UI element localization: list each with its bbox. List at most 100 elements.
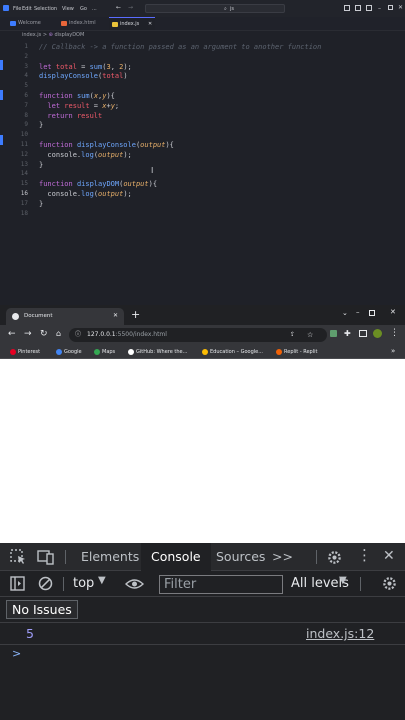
breadcrumb-symbol[interactable]: displayDOM: [54, 32, 84, 38]
puzzle-icon[interactable]: ✚: [344, 329, 351, 338]
tab-index-js[interactable]: index.js ✕: [109, 17, 155, 30]
sidebar-toggle-icon[interactable]: [10, 576, 25, 591]
bookmark-label: Google: [64, 349, 82, 355]
clear-console-icon[interactable]: [38, 576, 53, 591]
reload-icon[interactable]: ↻: [40, 329, 48, 339]
code-line[interactable]: 15 function displayDOM(output){: [18, 179, 388, 189]
layout-icon-3[interactable]: [366, 5, 372, 11]
layout-icon[interactable]: [344, 5, 350, 11]
forward-arrow-icon[interactable]: →: [24, 329, 32, 339]
caret-down-icon[interactable]: ▼: [98, 575, 106, 586]
console-settings-gear-icon[interactable]: [382, 576, 397, 591]
code-line[interactable]: 2: [18, 52, 388, 62]
tab-index-html[interactable]: index.html: [58, 17, 108, 30]
layout-icon-2[interactable]: [355, 5, 361, 11]
code-line[interactable]: 3 let total = sum(3, 2);: [18, 62, 388, 72]
code-token: displayDOM: [76, 180, 120, 189]
code-line[interactable]: 1 // Callback -> a function passed as an …: [18, 42, 388, 52]
menu-view[interactable]: View: [62, 6, 74, 12]
more-tabs-button[interactable]: >>: [272, 543, 293, 571]
tab-sources[interactable]: Sources: [216, 543, 265, 571]
line-number: 14: [20, 170, 28, 178]
line-text: }: [39, 160, 43, 170]
breadcrumb-file[interactable]: index.js: [22, 32, 41, 38]
code-token: total: [55, 62, 77, 71]
url-path: :5500/index.html: [115, 331, 167, 338]
filter-input[interactable]: Filter: [159, 575, 283, 594]
maximize-icon[interactable]: [388, 5, 393, 10]
eye-icon[interactable]: [125, 578, 144, 590]
code-line[interactable]: 7 let result = x+y;: [18, 101, 388, 111]
code-line[interactable]: 10: [18, 130, 388, 140]
bookmark-education[interactable]: Education – Google...: [202, 345, 263, 359]
code-line[interactable]: 5: [18, 81, 388, 91]
code-token: }: [39, 160, 44, 169]
new-tab-button[interactable]: +: [131, 308, 140, 321]
back-arrow-icon[interactable]: ←: [8, 329, 16, 339]
code-line[interactable]: 16 console.log(output);: [18, 189, 388, 199]
code-line[interactable]: 11 function displayConsole(output){: [18, 140, 388, 150]
tab-search-icon[interactable]: ⌄: [342, 309, 348, 317]
page-content: [0, 359, 405, 543]
menu-selection[interactable]: Selection: [34, 6, 57, 12]
share-icon[interactable]: ⇪: [290, 328, 295, 342]
address-bar[interactable]: ⓘ 127.0.0.1:5500/index.html ⇪ ☆: [69, 328, 327, 342]
tab-elements[interactable]: Elements: [81, 543, 139, 571]
code-line[interactable]: 18: [18, 209, 388, 219]
menu-edit[interactable]: Edit: [22, 6, 32, 12]
tab-console[interactable]: Console: [141, 543, 211, 571]
close-tab-icon[interactable]: ✕: [148, 18, 152, 31]
profile-icon[interactable]: [373, 329, 382, 338]
log-source-link[interactable]: index.js:12: [306, 626, 374, 641]
issues-button[interactable]: No Issues: [6, 600, 78, 619]
console-toolbar: top ▼ Filter All levels ▼: [0, 571, 405, 597]
caret-down-icon[interactable]: ▼: [339, 575, 347, 586]
context-selector[interactable]: top: [73, 576, 94, 591]
code-line[interactable]: 12 console.log(output);: [18, 150, 388, 160]
settings-gear-icon[interactable]: [327, 550, 342, 565]
sidebar-icon[interactable]: [359, 330, 367, 337]
minimize-icon[interactable]: –: [356, 308, 360, 316]
close-devtools-icon[interactable]: ✕: [383, 548, 395, 564]
bookmark-pinterest[interactable]: Pinterest: [10, 345, 40, 359]
star-icon[interactable]: ☆: [307, 328, 313, 342]
menu-more[interactable]: ...: [92, 6, 97, 12]
command-search[interactable]: ⌕ js: [145, 4, 285, 13]
minimize-icon[interactable]: –: [378, 5, 381, 12]
code-line[interactable]: 17}: [18, 199, 388, 209]
code-line[interactable]: 6 function sum(x,y){: [18, 91, 388, 101]
extension-icon[interactable]: [330, 330, 337, 337]
close-tab-icon[interactable]: ✕: [113, 312, 118, 319]
bookmark-google[interactable]: Google: [56, 345, 82, 359]
kebab-menu-icon[interactable]: ⋮: [357, 546, 372, 564]
browser-tab-document[interactable]: Document ✕: [6, 308, 124, 325]
code-line[interactable]: 14: [18, 169, 388, 179]
device-toolbar-icon[interactable]: [37, 549, 55, 565]
close-icon[interactable]: ✕: [398, 4, 403, 11]
close-icon[interactable]: ✕: [390, 308, 396, 316]
bookmark-label: Maps: [102, 349, 116, 355]
code-line[interactable]: 4 displayConsole(total): [18, 71, 388, 81]
bookmark-maps[interactable]: Maps: [94, 345, 115, 359]
line-text: console.log(output);: [39, 150, 132, 160]
bookmark-replit[interactable]: Replit - Replit: [276, 345, 317, 359]
forward-arrow-icon[interactable]: →: [128, 4, 133, 11]
inspect-element-icon[interactable]: [10, 549, 27, 565]
back-arrow-icon[interactable]: ←: [116, 4, 121, 11]
menu-file[interactable]: File: [13, 6, 21, 12]
code-line[interactable]: 8 return result: [18, 111, 388, 121]
code-token: output: [140, 141, 166, 149]
code-line[interactable]: 13}: [18, 160, 388, 170]
more-bookmarks-button[interactable]: »: [391, 347, 395, 355]
line-number: 15: [20, 180, 28, 188]
code-token: );: [123, 150, 132, 159]
home-icon[interactable]: ⌂: [56, 329, 61, 338]
maximize-icon[interactable]: [369, 310, 375, 316]
console-prompt[interactable]: >: [0, 645, 405, 665]
menu-icon[interactable]: ⋮: [390, 328, 399, 338]
menu-go[interactable]: Go: [80, 6, 87, 12]
bookmark-github[interactable]: GitHub: Where the...: [128, 345, 187, 359]
code-line[interactable]: 9}: [18, 120, 388, 130]
tab-welcome[interactable]: Welcome: [7, 17, 57, 30]
bookmarks-bar: Pinterest Google Maps GitHub: Where the.…: [0, 345, 405, 359]
